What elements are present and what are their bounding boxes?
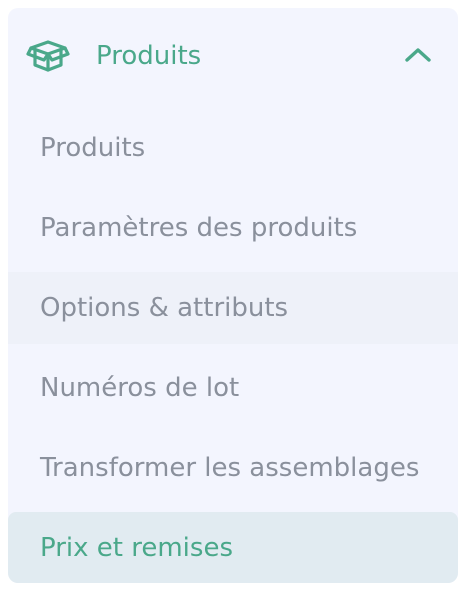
section-title: Produits	[96, 41, 202, 71]
sidebar-item-label: Paramètres des produits	[40, 213, 358, 243]
sidebar-item-numeros-lot[interactable]: Numéros de lot	[8, 352, 458, 424]
sidebar-item-label: Numéros de lot	[40, 373, 240, 403]
section-header-produits[interactable]: Produits	[8, 8, 458, 104]
sidebar-nav-panel: Produits Produits Paramètres des produit…	[8, 8, 458, 583]
sidebar-item-label: Transformer les assemblages	[40, 453, 420, 483]
sidebar-item-label: Produits	[40, 133, 146, 163]
sidebar-item-label: Prix et remises	[40, 533, 233, 563]
sidebar-item-parametres-produits[interactable]: Paramètres des produits	[8, 192, 458, 264]
sidebar-item-produits[interactable]: Produits	[8, 112, 458, 184]
chevron-up-icon[interactable]	[403, 44, 433, 66]
sidebar-item-options-attributs[interactable]: Options & attributs	[8, 272, 458, 344]
sidebar-item-transformer-assemblages[interactable]: Transformer les assemblages	[8, 432, 458, 504]
sidebar-item-label: Options & attributs	[40, 293, 289, 323]
box-icon	[26, 39, 70, 73]
sidebar-item-prix-remises[interactable]: Prix et remises	[8, 512, 458, 583]
